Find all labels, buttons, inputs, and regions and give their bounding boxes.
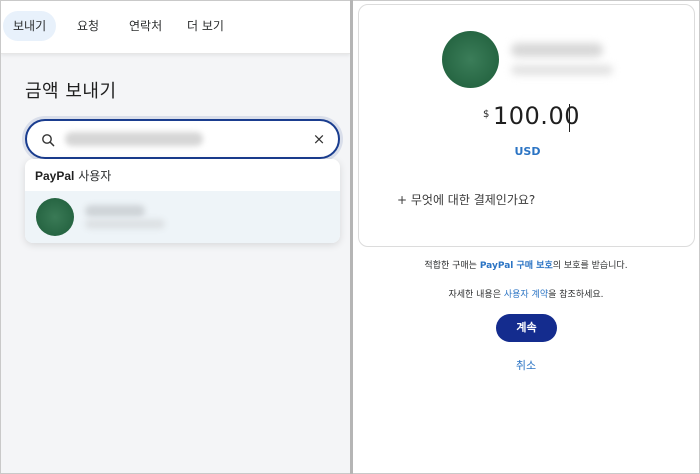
send-money-panel: 보내기 요청 연락처 더 보기 금액 보내기 × PayPal 사용자 [1,1,350,473]
dropdown-header-suffix: 사용자 [74,169,112,183]
avatar [36,198,74,236]
add-note-link[interactable]: + 무엇에 대한 결제인가요? [397,191,535,208]
tab-request[interactable]: 요청 [67,11,109,41]
recipient-email-redacted [511,65,613,75]
user-agreement-link[interactable]: 사용자 계약 [504,290,548,300]
contact-detail-redacted [85,219,165,229]
currency-selector[interactable]: USD [359,145,696,158]
payment-card: $ 100.00 USD + 무엇에 대한 결제인가요? [358,4,695,247]
tab-more[interactable]: 더 보기 [177,11,234,41]
recipient-search-input[interactable]: × [25,119,340,159]
continue-button[interactable]: 계속 [496,314,557,342]
cancel-link[interactable]: 취소 [353,357,699,373]
recipient-name-redacted [511,43,603,57]
page-title: 금액 보내기 [25,81,117,102]
avatar [442,31,499,88]
amount-input[interactable]: 100.00 [493,102,580,130]
search-results-dropdown: PayPal 사용자 [25,159,340,243]
text-caret [569,104,570,132]
paypal-brand-text: PayPal [35,169,75,183]
top-navigation: 보내기 요청 연락처 더 보기 [1,1,350,54]
protection-suffix: 의 보호를 받습니다. [552,261,628,271]
agreement-prefix: 자세한 내용은 [448,290,504,300]
currency-symbol: $ [483,109,490,120]
contact-name-redacted [85,205,145,217]
search-query-redacted [65,132,203,146]
protection-prefix: 적합한 구매는 [424,261,480,271]
dropdown-header: PayPal 사용자 [35,167,111,184]
purchase-protection-text: 적합한 구매는 PayPal 구매 보호의 보호를 받습니다. [353,258,699,271]
agreement-suffix: 을 참조하세요. [548,290,604,300]
close-icon[interactable]: × [312,131,326,147]
contact-result-row[interactable] [25,191,340,243]
search-icon [41,132,55,147]
user-agreement-text: 자세한 내용은 사용자 계약을 참조하세요. [353,287,699,300]
payment-panel: $ 100.00 USD + 무엇에 대한 결제인가요? 적합한 구매는 Pay… [353,1,699,473]
tab-send[interactable]: 보내기 [3,11,57,41]
tab-contacts[interactable]: 연락처 [119,11,172,41]
purchase-protection-link[interactable]: PayPal 구매 보호 [480,261,553,271]
